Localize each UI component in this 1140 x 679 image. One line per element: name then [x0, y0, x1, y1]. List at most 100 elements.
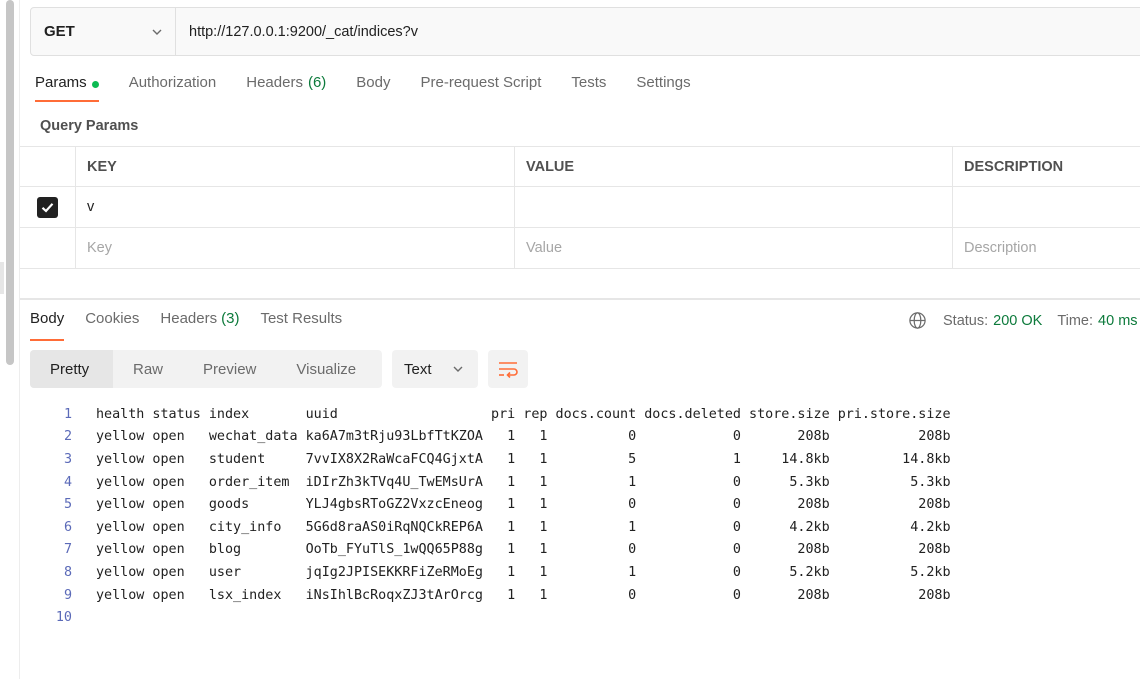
param-key-cell[interactable]: v — [76, 187, 515, 227]
line-number: 8 — [63, 564, 72, 580]
line-number: 2 — [63, 429, 72, 445]
tab-count: (6) — [307, 74, 327, 91]
response-status-bar: Status: 200 OK Time: 40 ms — [908, 311, 1138, 330]
url-input[interactable]: http://127.0.0.1:9200/_cat/indices?v — [176, 8, 1140, 55]
checkbox-cell — [20, 187, 76, 227]
response-tabs: Body Cookies Headers (3) Test Results — [30, 310, 363, 341]
line-text: yellow open wechat_data ka6A7m3tRju93Lbf… — [96, 429, 951, 445]
format-label: Text — [404, 360, 432, 378]
left-panel-notch — [0, 262, 4, 294]
tab-headers[interactable]: Headers (6) — [246, 74, 326, 102]
tab-pre-request-script[interactable]: Pre-request Script — [421, 74, 542, 102]
line-text: yellow open student 7vvIX8X2RaWcaFCQ4Gjx… — [96, 451, 951, 467]
view-visualize-button[interactable]: Visualize — [276, 350, 376, 388]
line-text: yellow open goods YLJ4gbsRToGZ2VxzcEneog… — [96, 497, 951, 513]
tab-params[interactable]: Params — [35, 74, 99, 102]
header-value: VALUE — [515, 147, 953, 186]
line-number: 4 — [63, 474, 72, 490]
line-number: 5 — [63, 497, 72, 513]
line-number: 7 — [63, 542, 72, 558]
param-value-cell[interactable] — [515, 187, 953, 227]
request-tabs: Params Authorization Headers (6) Body Pr… — [35, 74, 721, 102]
header-key: KEY — [76, 147, 515, 186]
code-line: 8 yellow open user jqIg2JPISEKKRFiZeRMoEg… — [30, 561, 951, 584]
tab-label: Tests — [571, 74, 607, 91]
code-line: 1 health status index uuid pri rep docs.c… — [30, 403, 951, 426]
scrollbar-thumb[interactable] — [6, 0, 14, 365]
line-text: yellow open blog OoTb_FYuTlS_1wQQ65P88g … — [96, 542, 951, 558]
wrap-lines-button[interactable] — [488, 350, 528, 388]
checkmark-icon — [41, 202, 54, 213]
line-number: 1 — [63, 406, 72, 422]
query-params-title: Query Params — [40, 118, 139, 134]
table-header-row: KEY VALUE DESCRIPTION — [20, 146, 1140, 187]
tab-tests[interactable]: Tests — [571, 74, 606, 102]
params-active-dot — [91, 81, 99, 88]
code-line: 7 yellow open blog OoTb_FYuTlS_1wQQ65P88g… — [30, 539, 951, 562]
view-pretty-button[interactable]: Pretty — [30, 350, 113, 388]
line-text: health status index uuid pri rep docs.co… — [96, 406, 951, 422]
method-label: GET — [44, 23, 75, 40]
tab-label: Body — [30, 310, 65, 327]
line-number: 9 — [63, 587, 72, 603]
status-label: Status: — [943, 312, 989, 329]
table-row: v — [20, 187, 1140, 228]
view-mode-group: Pretty Raw Preview Visualize — [30, 350, 382, 388]
format-select[interactable]: Text — [392, 350, 478, 388]
tab-label: Pre-request Script — [420, 74, 542, 91]
tab-label: Params — [35, 74, 87, 91]
line-text: yellow open city_info 5G6d8raAS0iRqNQCkR… — [96, 519, 951, 535]
code-line: 3 yellow open student 7vvIX8X2RaWcaFCQ4Gj… — [30, 448, 951, 471]
tab-count: (3) — [221, 310, 240, 327]
response-body[interactable]: 1 health status index uuid pri rep docs.c… — [30, 403, 951, 629]
code-line: 10 — [30, 606, 951, 629]
view-raw-button[interactable]: Raw — [113, 350, 183, 388]
status-value[interactable]: 200 OK — [993, 313, 1042, 329]
tab-label: Cookies — [85, 310, 140, 327]
method-select[interactable]: GET — [31, 8, 176, 55]
code-line: 4 yellow open order_item iDIrZh3kTVq4U_Tw… — [30, 471, 951, 494]
tab-label: Settings — [636, 74, 691, 91]
time-label: Time: — [1057, 312, 1094, 329]
param-enabled-checkbox[interactable] — [37, 196, 58, 218]
resp-tab-test-results[interactable]: Test Results — [260, 310, 342, 341]
left-scrollbar[interactable] — [0, 0, 20, 679]
url-text: http://127.0.0.1:9200/_cat/indices?v — [189, 23, 418, 40]
table-row-new: Key Value Description — [20, 228, 1140, 269]
new-value-input[interactable]: Value — [515, 228, 953, 268]
tab-label: Headers — [160, 310, 218, 327]
new-description-input[interactable]: Description — [953, 228, 1140, 268]
param-description-cell[interactable] — [953, 187, 1140, 227]
header-checkbox-cell — [20, 147, 76, 186]
line-text: yellow open order_item iDIrZh3kTVq4U_TwE… — [96, 474, 951, 490]
time-value[interactable]: 40 ms — [1098, 313, 1138, 329]
request-bar: GET http://127.0.0.1:9200/_cat/indices?v — [30, 7, 1140, 56]
tab-label: Test Results — [260, 310, 343, 327]
line-number: 10 — [55, 610, 72, 626]
tab-body[interactable]: Body — [356, 74, 390, 102]
resp-tab-headers[interactable]: Headers (3) — [160, 310, 239, 341]
checkbox-cell — [20, 228, 76, 268]
line-number: 6 — [63, 519, 72, 535]
new-key-input[interactable]: Key — [76, 228, 515, 268]
tab-authorization[interactable]: Authorization — [129, 74, 217, 102]
resp-tab-cookies[interactable]: Cookies — [85, 310, 139, 341]
code-line: 5 yellow open goods YLJ4gbsRToGZ2VxzcEneo… — [30, 493, 951, 516]
view-preview-button[interactable]: Preview — [183, 350, 276, 388]
chevron-down-icon — [453, 366, 463, 372]
globe-icon[interactable] — [908, 311, 927, 330]
line-text: yellow open user jqIg2JPISEKKRFiZeRMoEg … — [96, 564, 951, 580]
code-line: 2 yellow open wechat_data ka6A7m3tRju93Lb… — [30, 426, 951, 449]
code-line: 9 yellow open lsx_index iNsIhlBcRoqxZJ3tA… — [30, 584, 951, 607]
tab-label: Headers — [246, 74, 303, 91]
pane-divider[interactable] — [20, 298, 1140, 300]
resp-tab-body[interactable]: Body — [30, 310, 65, 341]
code-line: 6 yellow open city_info 5G6d8raAS0iRqNQCk… — [30, 516, 951, 539]
header-description: DESCRIPTION — [964, 158, 1064, 175]
tab-label: Body — [356, 74, 391, 91]
line-text: yellow open lsx_index iNsIhlBcRoqxZJ3tAr… — [96, 587, 951, 603]
chevron-down-icon — [152, 29, 162, 35]
tab-settings[interactable]: Settings — [636, 74, 690, 102]
tab-label: Authorization — [128, 74, 217, 91]
param-key: v — [87, 199, 95, 215]
